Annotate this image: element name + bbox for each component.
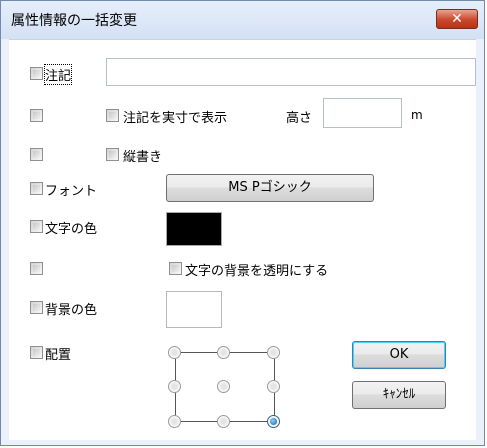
height-label: 高さ xyxy=(286,111,313,126)
placement-bottom-left-radio[interactable] xyxy=(168,415,181,428)
dialog-body: 注記 注記を実寸で表示 高さ m 縦書き フォント MS Pゴシック 文字の色 … xyxy=(9,39,476,440)
placement-top-right-radio[interactable] xyxy=(267,346,280,359)
vertical-checkbox[interactable] xyxy=(106,148,119,161)
placement-middle-center-radio[interactable] xyxy=(217,380,230,393)
dialog-window: 属性情報の一括変更 ✕ 注記 注記を実寸で表示 高さ m 縦書き フォント MS… xyxy=(0,0,485,446)
transparent-enable-checkbox[interactable] xyxy=(30,262,43,275)
note-label: 注記 xyxy=(43,64,73,85)
bg-color-label: 背景の色 xyxy=(45,303,98,318)
close-icon: ✕ xyxy=(451,11,463,27)
ok-label: OK xyxy=(389,347,409,362)
cancel-label: ｷｬﾝｾﾙ xyxy=(382,387,416,402)
text-color-checkbox[interactable] xyxy=(30,220,43,233)
font-select-button[interactable]: MS Pゴシック xyxy=(166,174,374,202)
note-input[interactable] xyxy=(106,58,476,86)
placement-bottom-center-radio[interactable] xyxy=(217,415,230,428)
actual-size-enable-checkbox[interactable] xyxy=(30,109,43,122)
close-button[interactable]: ✕ xyxy=(436,9,478,29)
actual-size-checkbox[interactable] xyxy=(106,109,119,122)
placement-middle-left-radio[interactable] xyxy=(168,380,181,393)
bg-color-checkbox[interactable] xyxy=(30,301,43,314)
placement-checkbox[interactable] xyxy=(30,346,43,359)
font-label: フォント xyxy=(45,184,98,199)
height-input[interactable] xyxy=(323,98,402,128)
transparent-bg-checkbox[interactable] xyxy=(169,262,182,275)
font-checkbox[interactable] xyxy=(30,182,43,195)
actual-size-label: 注記を実寸で表示 xyxy=(123,111,228,126)
text-color-swatch[interactable] xyxy=(166,212,222,246)
placement-top-center-radio[interactable] xyxy=(217,346,230,359)
bg-color-swatch[interactable] xyxy=(166,291,222,328)
title-bar: 属性情報の一括変更 ✕ xyxy=(1,1,484,39)
vertical-label: 縦書き xyxy=(123,150,163,165)
placement-bottom-right-radio[interactable] xyxy=(267,415,280,428)
placement-top-left-radio[interactable] xyxy=(168,346,181,359)
ok-button[interactable]: OK xyxy=(352,341,446,369)
transparent-bg-label: 文字の背景を透明にする xyxy=(185,264,329,279)
text-color-label: 文字の色 xyxy=(45,222,98,237)
height-unit: m xyxy=(411,108,423,122)
font-name: MS Pゴシック xyxy=(228,180,312,195)
dialog-title: 属性情報の一括変更 xyxy=(11,13,137,29)
placement-middle-right-radio[interactable] xyxy=(267,380,280,393)
note-checkbox[interactable] xyxy=(30,67,43,80)
cancel-button[interactable]: ｷｬﾝｾﾙ xyxy=(352,381,446,409)
vertical-enable-checkbox[interactable] xyxy=(30,148,43,161)
placement-label: 配置 xyxy=(45,348,72,363)
